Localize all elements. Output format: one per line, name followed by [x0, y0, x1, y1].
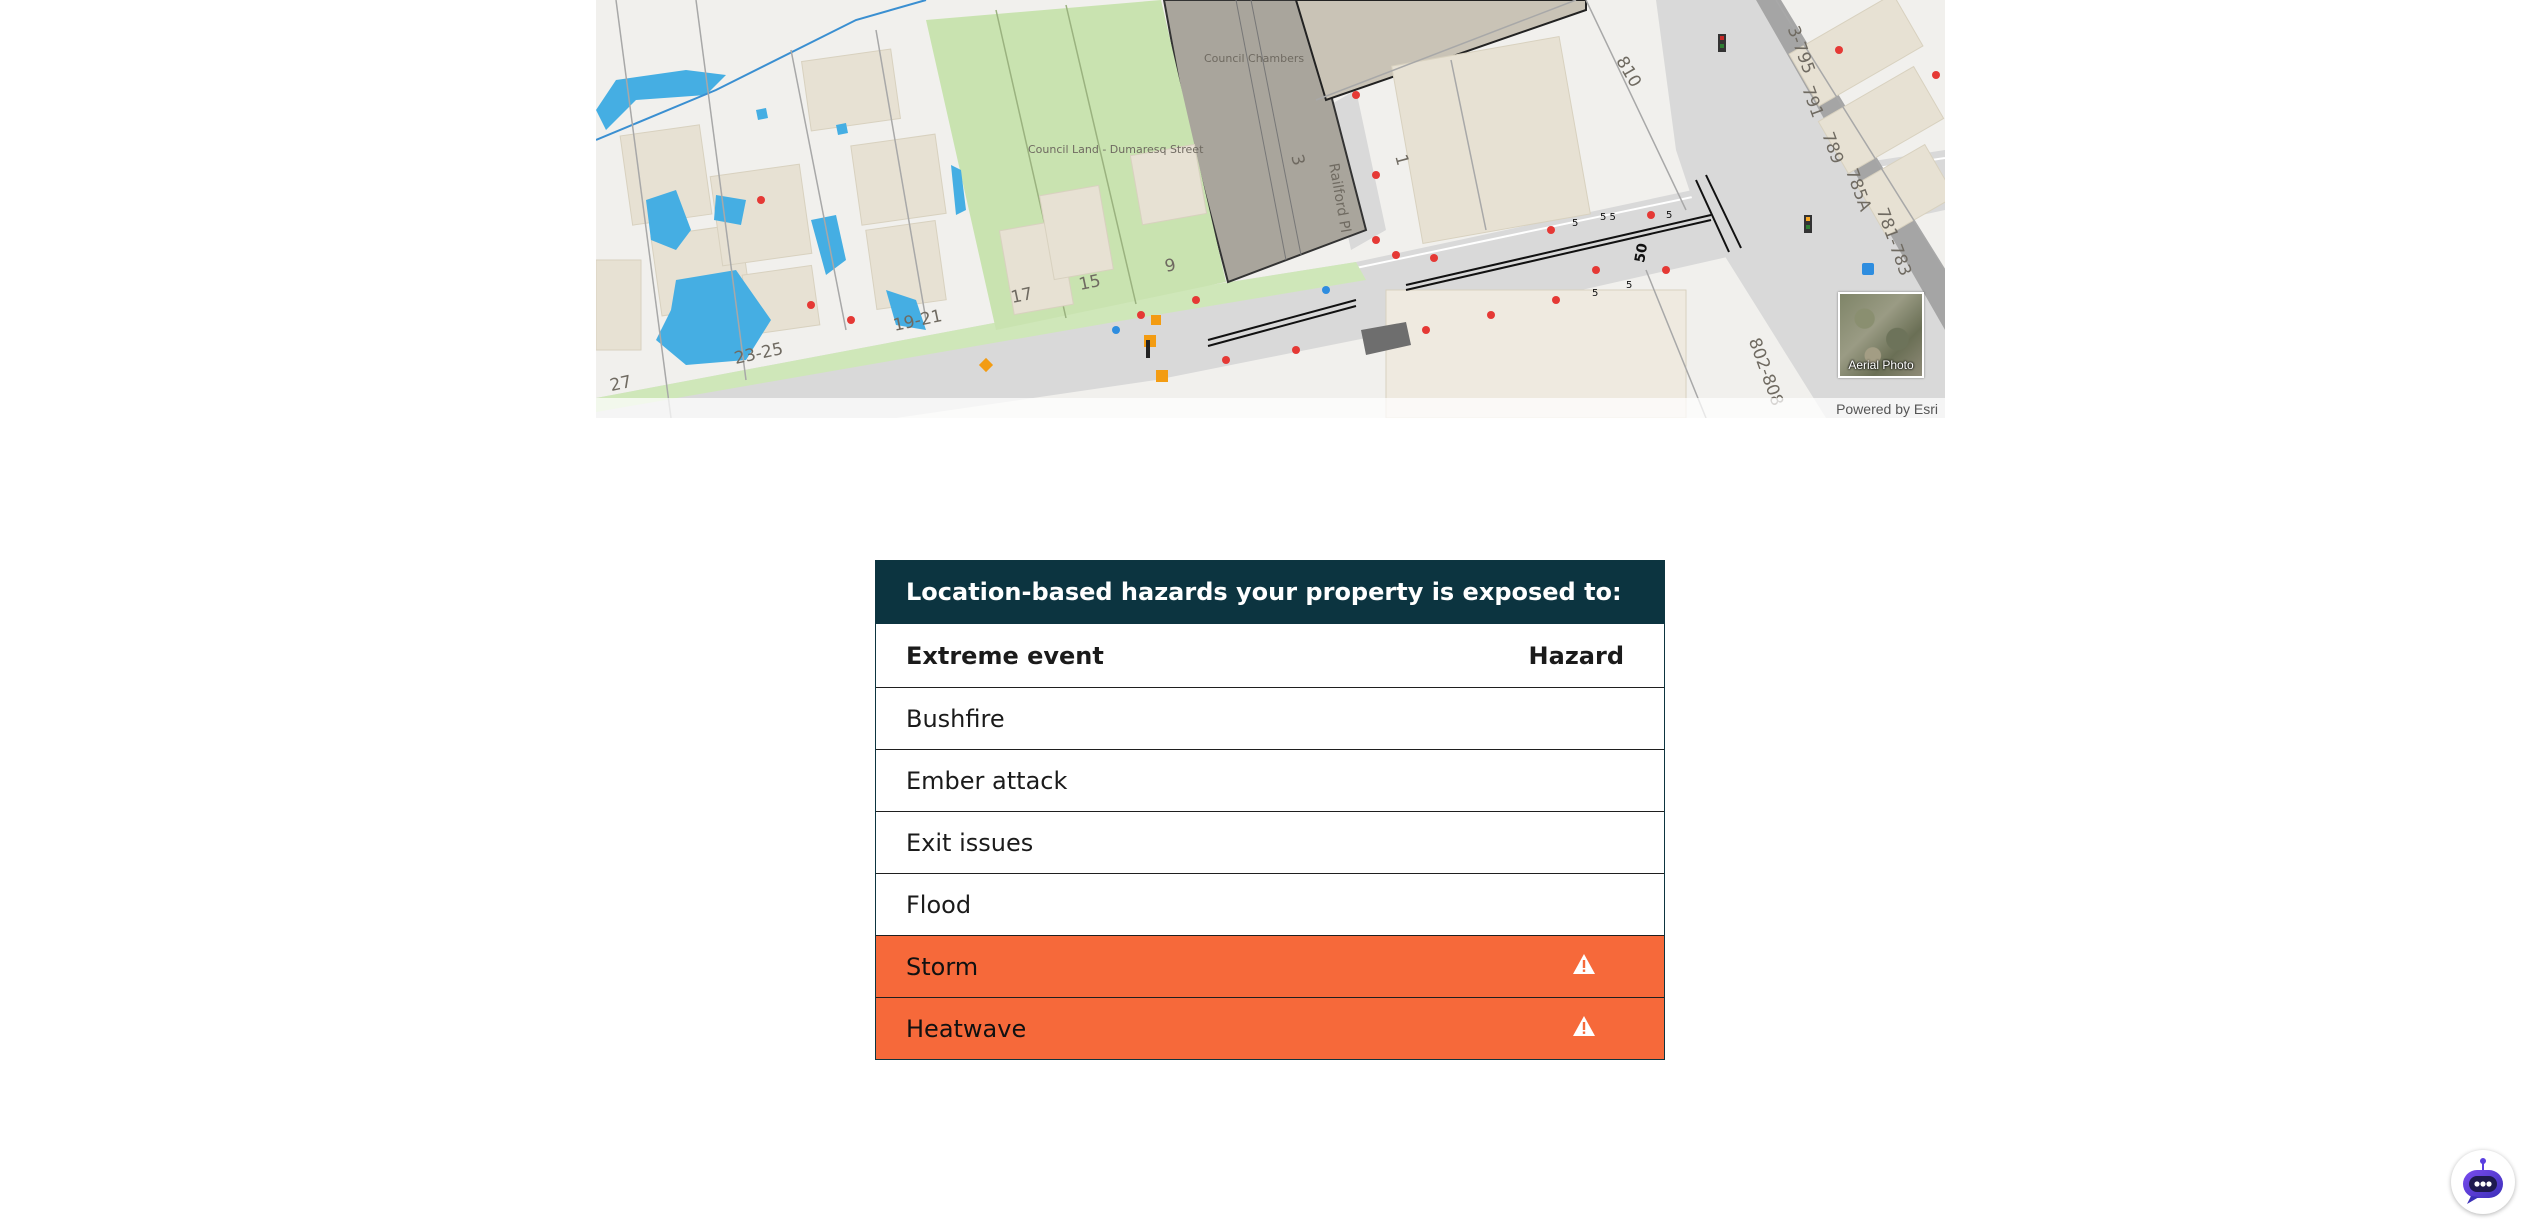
aerial-photo-label: Aerial Photo — [1848, 358, 1914, 372]
column-header-event: Extreme event — [906, 641, 1104, 670]
hazard-table: Location-based hazards your property is … — [875, 560, 1665, 1060]
map-label-50: 50 — [1632, 242, 1652, 264]
hazard-event-label: Storm — [906, 952, 979, 981]
hazard-table-title: Location-based hazards your property is … — [876, 561, 1664, 624]
aerial-photo-toggle[interactable]: Aerial Photo — [1838, 292, 1924, 378]
column-header-hazard: Hazard — [1528, 641, 1624, 670]
page: 810 1 3 9 15 17 19-21 23-25 27 802-808 3… — [0, 0, 2536, 1230]
hazard-cell — [1544, 1015, 1624, 1043]
map-attribution-bar: Powered by Esri — [596, 398, 1945, 418]
map-label-mark-a: 5 — [1572, 218, 1579, 229]
hazard-event-label: Flood — [906, 890, 972, 919]
chatbot-launcher-button[interactable] — [2451, 1150, 2515, 1214]
hazard-event-label: Heatwave — [906, 1014, 1027, 1043]
warning-icon — [1573, 1015, 1595, 1036]
map-label-council-chambers: Council Chambers — [1204, 52, 1305, 65]
chatbot-icon — [2463, 1158, 2503, 1204]
hazard-row-ember-attack: Ember attack — [876, 749, 1664, 811]
hazard-cell — [1544, 953, 1624, 981]
map-label-mark-b: 5 — [1592, 288, 1599, 299]
hazard-table-header: Extreme event Hazard — [876, 624, 1664, 687]
hazard-row-storm: Storm — [876, 935, 1664, 997]
map-label-mark-e: 5 5 — [1600, 212, 1616, 223]
map-view[interactable]: 810 1 3 9 15 17 19-21 23-25 27 802-808 3… — [596, 0, 1945, 418]
map-label-council-land: Council Land - Dumaresq Street — [1028, 143, 1204, 156]
hazard-event-label: Ember attack — [906, 766, 1068, 795]
hazard-row-exit-issues: Exit issues — [876, 811, 1664, 873]
hazard-row-heatwave: Heatwave — [876, 997, 1664, 1059]
hazard-event-label: Exit issues — [906, 828, 1034, 857]
hazard-row-flood: Flood — [876, 873, 1664, 935]
map-attribution[interactable]: Powered by Esri — [1836, 401, 1938, 417]
map-label-mark-d: 5 — [1666, 210, 1673, 221]
map-label-mark-c: 5 — [1626, 280, 1633, 291]
hazard-event-label: Bushfire — [906, 704, 1005, 733]
hazard-row-bushfire: Bushfire — [876, 687, 1664, 749]
warning-icon — [1573, 953, 1595, 974]
